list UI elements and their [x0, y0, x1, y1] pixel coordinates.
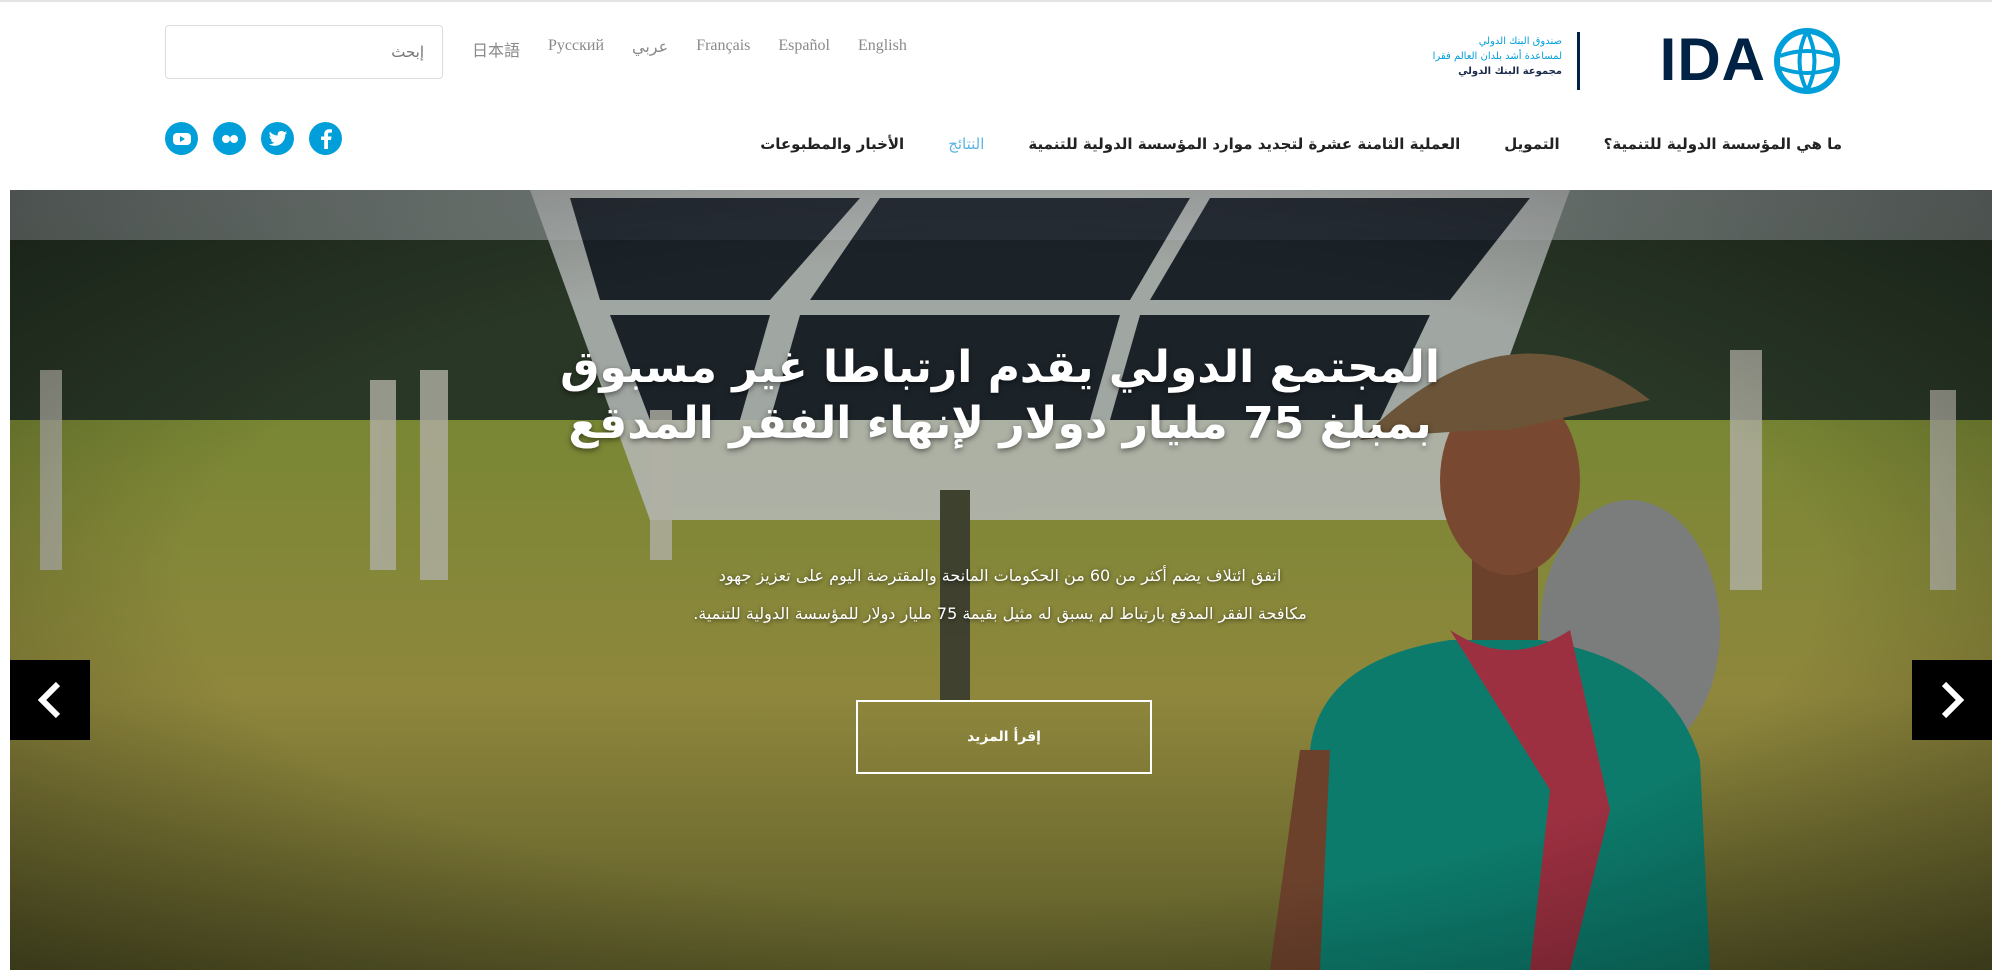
logo-subtitle-line3: مجموعة البنك الدولي: [1458, 66, 1562, 77]
search-input[interactable]: [166, 26, 442, 78]
hero-title: المجتمع الدولي يقدم ارتباطا غير مسبوق بم…: [560, 342, 1440, 449]
read-more-button[interactable]: إقرأ المزيد: [856, 700, 1152, 774]
logo-subtitle: صندوق البنك الدولي لمساعدة أشد بلدان الع…: [1433, 34, 1562, 79]
chevron-right-icon: [1941, 681, 1964, 719]
lang-french-link[interactable]: Français: [696, 37, 750, 61]
social-links: [165, 122, 342, 155]
nav-news-publications[interactable]: الأخبار والمطبوعات: [760, 135, 904, 153]
hero-description-line1: اتفق ائتلاف يضم أكثر من 60 من الحكومات ا…: [718, 566, 1282, 585]
youtube-icon[interactable]: [165, 122, 198, 155]
ida-logo[interactable]: IDA صندوق البنك الدولي لمساعدة أشد بلدان…: [1402, 22, 1842, 100]
facebook-icon[interactable]: [309, 122, 342, 155]
logo-divider: [1577, 32, 1580, 90]
language-switcher: 日本語 Русский عربي Français Español Englis…: [472, 37, 907, 61]
logo-wordmark: IDA: [1659, 26, 1766, 93]
lang-arabic-link[interactable]: عربي: [632, 37, 668, 61]
logo-subtitle-line2: لمساعدة أشد بلدان العالم فقرا: [1432, 51, 1562, 62]
lang-spanish-link[interactable]: Español: [778, 37, 830, 61]
flickr-icon[interactable]: [213, 122, 246, 155]
nav-what-is-ida[interactable]: ما هي المؤسسة الدولية للتنمية؟: [1604, 135, 1842, 153]
lang-russian-link[interactable]: Русский: [548, 37, 604, 61]
chevron-left-icon: [38, 681, 61, 719]
main-nav: ما هي المؤسسة الدولية للتنمية؟ التمويل ا…: [760, 135, 1842, 153]
hero-description: اتفق ائتلاف يضم أكثر من 60 من الحكومات ا…: [570, 557, 1430, 633]
logo-subtitle-line1: صندوق البنك الدولي: [1478, 36, 1562, 47]
lang-english-link[interactable]: English: [858, 37, 907, 61]
carousel-prev-button[interactable]: [10, 660, 90, 740]
lang-japanese-link[interactable]: 日本語: [472, 37, 520, 61]
top-divider: [0, 0, 1992, 2]
globe-icon: [1774, 28, 1840, 94]
hero-description-line2: مكافحة الفقر المدقع بارتباط لم يسبق له م…: [693, 604, 1307, 623]
twitter-icon[interactable]: [261, 122, 294, 155]
search-box[interactable]: [165, 25, 443, 79]
carousel-next-button[interactable]: [1912, 660, 1992, 740]
hero-carousel: المجتمع الدولي يقدم ارتباطا غير مسبوق بم…: [10, 190, 1992, 970]
nav-ida18-replenishment[interactable]: العملية الثامنة عشرة لتجديد موارد المؤسس…: [1028, 135, 1460, 153]
nav-financing[interactable]: التمويل: [1504, 135, 1559, 153]
nav-results[interactable]: النتائج: [948, 135, 984, 153]
